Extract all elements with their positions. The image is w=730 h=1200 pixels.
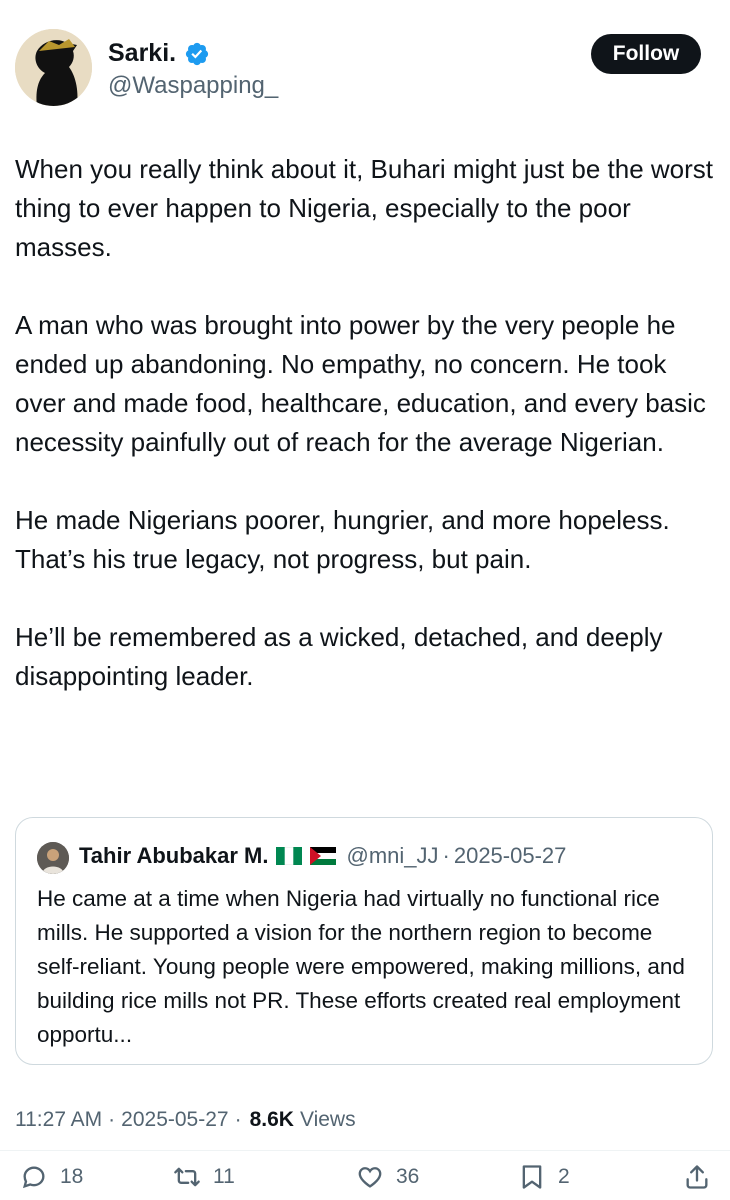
tweet-date[interactable]: 2025-05-27 <box>121 1108 228 1132</box>
quote-author-avatar <box>37 842 69 874</box>
bookmark-button[interactable]: 2 <box>518 1163 570 1191</box>
nigeria-flag-icon <box>276 847 303 865</box>
tweet-time[interactable]: 11:27 AM <box>15 1108 102 1132</box>
like-icon <box>358 1167 382 1188</box>
tweet-text: When you really think about it, Buhari m… <box>15 150 720 735</box>
avatar-image <box>15 29 92 106</box>
meta-separator: · <box>234 1108 242 1131</box>
quoted-tweet[interactable]: Tahir Abubakar M. @mni_JJ · 2025-05-27 H… <box>15 817 713 1065</box>
reply-icon <box>22 1166 45 1189</box>
like-count: 36 <box>396 1165 420 1188</box>
views-label: Views <box>299 1108 356 1131</box>
quote-date: 2025-05-27 <box>453 843 567 868</box>
reply-count: 18 <box>60 1165 84 1188</box>
reply-button[interactable]: 18 <box>20 1163 83 1191</box>
author-avatar[interactable] <box>15 29 92 106</box>
bookmark-icon <box>522 1165 542 1189</box>
repost-icon <box>174 1167 200 1187</box>
like-button[interactable]: 36 <box>356 1163 419 1191</box>
share-button[interactable] <box>683 1163 711 1191</box>
meta-separator: · <box>108 1108 116 1131</box>
quote-separator: · <box>442 843 450 868</box>
repost-button[interactable]: 11 <box>173 1163 235 1191</box>
share-icon <box>686 1165 708 1189</box>
views-count: 8.6K <box>249 1108 294 1131</box>
tweet-paragraph: When you really think about it, Buhari m… <box>15 154 714 262</box>
verified-badge-icon <box>186 42 209 65</box>
palestine-flag-icon <box>310 847 337 865</box>
author-name[interactable]: Sarki. <box>108 39 176 68</box>
tweet-paragraph: He made Nigerians poorer, hungrier, and … <box>15 505 670 574</box>
quote-avatar-image <box>37 842 69 874</box>
quote-author-handle: @mni_JJ <box>346 843 439 868</box>
follow-button[interactable]: Follow <box>591 34 701 74</box>
divider <box>0 1150 730 1151</box>
tweet-meta: 11:27 AM · 2025-05-27 · 8.6K Views <box>15 1108 356 1132</box>
author-handle[interactable]: @Waspapping_ <box>108 72 278 100</box>
tweet-paragraph: A man who was brought into power by the … <box>15 310 706 457</box>
tweet-paragraph: He’ll be remembered as a wicked, detache… <box>15 622 663 691</box>
bookmark-count: 2 <box>558 1165 570 1188</box>
quote-text: He came at a time when Nigeria had virtu… <box>37 886 685 1047</box>
quote-author-name: Tahir Abubakar M. <box>79 843 269 868</box>
repost-count: 11 <box>213 1165 235 1188</box>
